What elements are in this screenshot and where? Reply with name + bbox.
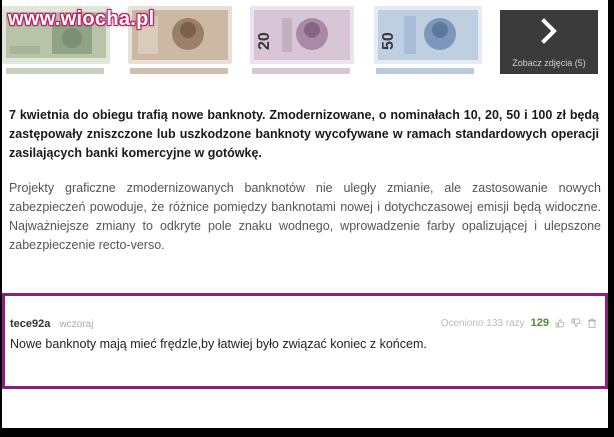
comment-text: Nowe banknoty mają mieć frędzle,by łatwi… [10, 337, 427, 351]
thumbnail-strip [6, 68, 104, 74]
denomination-label: 50 [380, 32, 397, 50]
rated-count-label: Oceniono 133 razy [440, 317, 525, 329]
article-body: Projekty graficzne zmodernizowanych bank… [9, 181, 601, 252]
comment-time: wczoraj [59, 319, 94, 330]
comment-score: 129 [530, 317, 549, 329]
denomination-label: 20 [256, 32, 273, 50]
see-photos-label: Zobacz zdjęcia (5) [512, 58, 586, 68]
page-frame: www.wiocha.pl 20 50 Zobacz zdjęcia (5) 7… [2, 0, 608, 428]
comment-card: tece92a wczoraj Oceniono 133 razy 129 No… [2, 293, 608, 389]
thumbnail-strip [376, 68, 474, 74]
gallery-thumbnail-3[interactable]: 20 [250, 6, 354, 64]
gallery-thumbnail-4[interactable]: 50 [374, 6, 482, 64]
see-photos-button[interactable]: Zobacz zdjęcia (5) [500, 10, 598, 74]
article-lead: 7 kwietnia do obiegu trafią nowe banknot… [9, 108, 599, 160]
thumb-up-icon[interactable] [555, 318, 565, 328]
site-watermark: www.wiocha.pl [8, 8, 155, 30]
chevron-right-icon [541, 18, 557, 44]
comment-author[interactable]: tece92a [10, 318, 50, 330]
thumb-down-icon[interactable] [571, 318, 581, 328]
thumbnail-strip [130, 68, 228, 74]
comment-header: tece92a wczoraj [10, 318, 93, 330]
thumbnail-strip [252, 68, 350, 74]
comment-rating: Oceniono 133 razy 129 [441, 317, 597, 329]
trash-icon[interactable] [587, 318, 597, 328]
